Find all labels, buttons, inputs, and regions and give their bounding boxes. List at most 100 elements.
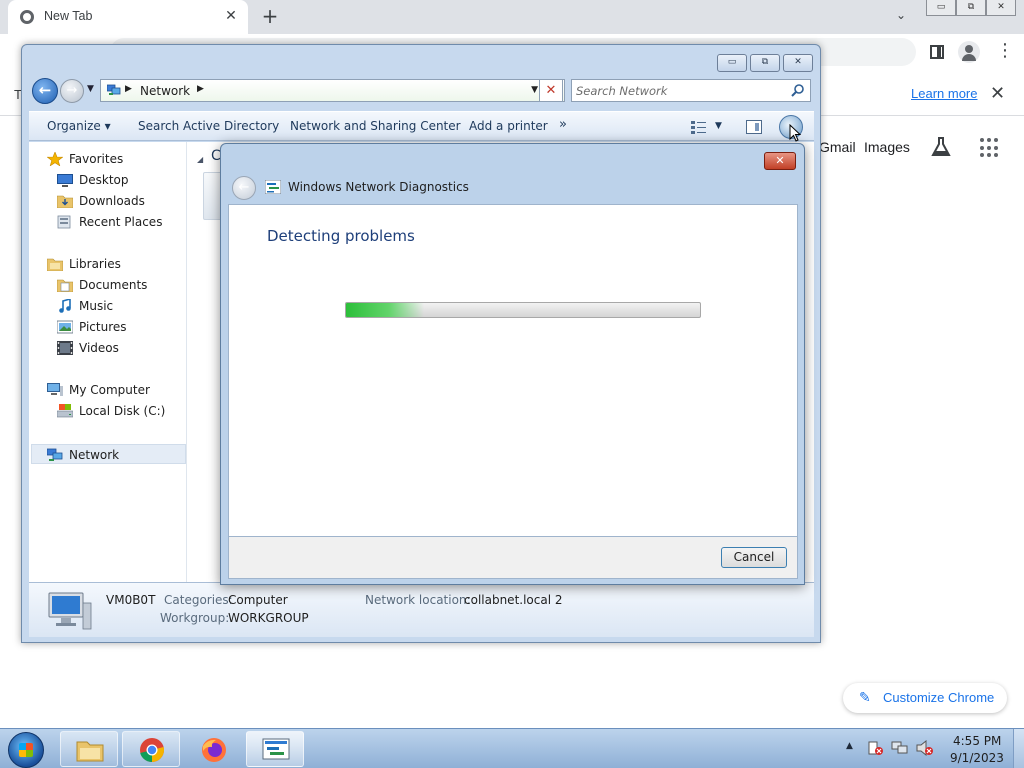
nav-label: Network [69, 448, 120, 462]
categories-label: Categories: [164, 593, 233, 607]
nav-label: Videos [79, 341, 119, 355]
pencil-icon: ✎ [859, 689, 871, 705]
learn-more-link[interactable]: Learn more [911, 86, 977, 101]
add-printer-button[interactable]: Add a printer [469, 119, 548, 133]
clock-date[interactable]: 9/1/2023 [950, 751, 1004, 765]
restore-button[interactable]: ⧉ [956, 0, 986, 16]
nav-label: Music [79, 299, 114, 313]
explorer-minimize-button[interactable]: ▭ [717, 54, 747, 72]
labs-icon[interactable] [930, 136, 952, 158]
categories-value: Computer [228, 593, 288, 607]
network-location-label: Network location: [365, 593, 471, 607]
chrome-menu-icon[interactable]: ⋮ [996, 41, 1014, 61]
view-dropdown-icon[interactable]: ▼ [715, 121, 722, 131]
drive-icon [57, 404, 73, 418]
preview-pane-icon[interactable] [746, 120, 762, 134]
search-box[interactable] [571, 79, 811, 102]
taskbar-explorer-button[interactable] [60, 731, 118, 767]
explorer-close-button[interactable]: ✕ [783, 54, 813, 72]
search-active-directory-button[interactable]: Search Active Directory [138, 119, 279, 133]
pictures-icon [57, 320, 73, 334]
nav-label: Documents [79, 278, 148, 292]
computer-name: VM0B0T [106, 593, 156, 607]
close-button[interactable]: ✕ [986, 0, 1016, 16]
forward-arrow-icon[interactable]: → [60, 79, 84, 103]
network-location-value: collabnet.local 2 [464, 593, 563, 607]
music-icon [59, 299, 71, 313]
network-icon [47, 448, 63, 461]
minimize-button[interactable]: ▭ [926, 0, 956, 16]
dialog-title: Windows Network Diagnostics [288, 180, 469, 194]
address-bar[interactable]: ▶ Network ▶ ▼ [100, 79, 565, 102]
folder-icon [76, 741, 104, 762]
downloads-folder-icon [57, 195, 73, 208]
explorer-maximize-button[interactable]: ⧉ [750, 54, 780, 72]
tab-search-chevron-icon[interactable]: ⌄ [896, 8, 906, 22]
more-commands-chevron-icon[interactable]: » [559, 117, 567, 132]
explorer-nav-bar: ← → ▼ ▶ Network ▶ ▼ ✕ [30, 78, 811, 106]
chrome-tabstrip: New Tab ✕ + ⌄ ▭ ⧉ ✕ [0, 0, 1024, 34]
recent-pages-chevron-icon[interactable]: ▼ [87, 84, 94, 94]
tab-title: New Tab [44, 9, 93, 23]
stop-icon[interactable]: ✕ [539, 79, 563, 102]
address-location[interactable]: Network [140, 84, 190, 98]
customize-chrome-label: Customize Chrome [883, 690, 995, 705]
show-desktop-button[interactable] [1013, 729, 1024, 768]
chrome-icon [140, 738, 164, 763]
tab-close-icon[interactable]: ✕ [222, 7, 240, 25]
star-icon [47, 152, 63, 166]
start-orb-icon[interactable] [8, 732, 44, 768]
side-panel-icon[interactable] [930, 45, 944, 59]
network-sharing-center-button[interactable]: Network and Sharing Center [290, 119, 461, 133]
network-icon [107, 84, 121, 95]
infobar-close-icon[interactable]: ✕ [990, 83, 1005, 104]
address-separator-icon[interactable]: ▶ [125, 84, 132, 94]
network-status-icon[interactable] [891, 740, 909, 756]
taskbar-firefox-button[interactable] [184, 731, 242, 767]
progress-bar [345, 302, 701, 318]
mouse-cursor-icon [789, 124, 801, 142]
nav-label: Favorites [69, 152, 124, 166]
address-dropdown-icon[interactable]: ▼ [531, 85, 538, 95]
taskbar-diagnostics-button[interactable] [246, 731, 304, 767]
diagnostics-icon [262, 738, 290, 760]
libraries-icon [47, 258, 63, 271]
nav-label: Local Disk (C:) [79, 404, 166, 418]
images-link[interactable]: Images [864, 139, 910, 155]
apps-grid-icon[interactable] [980, 138, 1000, 158]
documents-icon [57, 279, 73, 292]
customize-chrome-button[interactable]: ✎ Customize Chrome [843, 683, 1007, 713]
clock-time[interactable]: 4:55 PM [953, 734, 1001, 748]
taskbar-chrome-button[interactable] [122, 731, 180, 767]
cancel-button[interactable]: Cancel [721, 547, 787, 568]
nav-label: My Computer [69, 383, 150, 397]
explorer-caption-buttons: ▭ ⧉ ✕ [714, 54, 813, 72]
nav-label: Libraries [69, 257, 121, 271]
progress-fill [346, 303, 424, 317]
tab-new-tab[interactable]: New Tab ✕ [8, 0, 248, 34]
action-center-icon[interactable] [866, 740, 884, 756]
group-collapse-icon[interactable]: ◢ [197, 155, 203, 164]
dialog-close-button[interactable]: ✕ [764, 152, 796, 170]
change-view-icon[interactable] [691, 120, 707, 134]
tray-overflow-icon[interactable]: ▲ [846, 741, 853, 751]
nav-label: Recent Places [79, 215, 163, 229]
volume-muted-icon[interactable] [916, 740, 934, 756]
search-icon[interactable] [791, 83, 805, 97]
new-tab-button[interactable]: + [258, 5, 282, 29]
gmail-link[interactable]: Gmail [819, 139, 856, 155]
search-input[interactable] [576, 82, 786, 99]
workgroup-label: Workgroup: [160, 611, 230, 625]
back-arrow-icon[interactable]: ← [32, 78, 58, 104]
organize-button[interactable]: Organize ▾ [47, 119, 111, 133]
back-arrow-icon[interactable]: ← [232, 176, 256, 200]
desktop-icon [57, 174, 73, 187]
address-separator-icon[interactable]: ▶ [197, 84, 204, 94]
videos-icon [57, 341, 73, 355]
explorer-command-bar: Organize ▾ Search Active Directory Netwo… [29, 111, 814, 142]
details-pane: VM0B0T Categories: Computer Workgroup: W… [29, 582, 814, 637]
network-diagnostics-dialog: ✕ ← Windows Network Diagnostics Detectin… [220, 143, 805, 585]
profile-icon[interactable] [958, 41, 980, 63]
chrome-icon [20, 10, 34, 24]
window-controls: ▭ ⧉ ✕ [926, 0, 1016, 17]
